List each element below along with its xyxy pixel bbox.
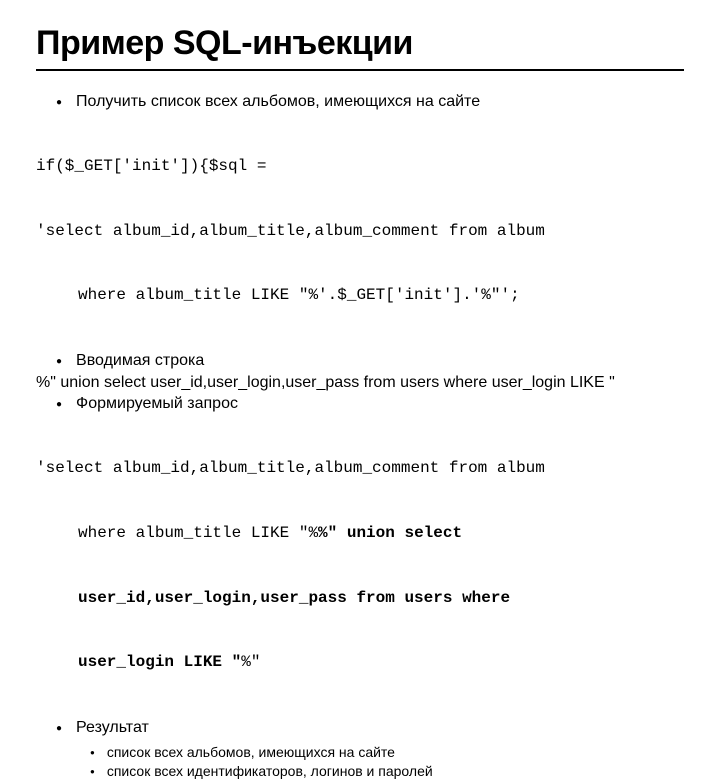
- slide-title: Пример SQL-инъекции: [36, 24, 684, 63]
- code-line: 'select album_id,album_title,album_comme…: [36, 458, 684, 480]
- bullet-item-4: ● Результат: [56, 717, 684, 739]
- title-underline: [36, 69, 684, 71]
- code-line: if($_GET['init']){$sql =: [36, 156, 684, 178]
- code-line: where album_title LIKE "%%" union select: [36, 523, 684, 545]
- bullet-icon: ●: [56, 722, 62, 736]
- bullet-item-3: ● Формируемый запрос: [56, 393, 684, 415]
- code-line: user_login LIKE "%": [36, 652, 684, 674]
- bullet-text: Формируемый запрос: [76, 393, 684, 415]
- injection-string: %" union select user_id,user_login,user_…: [36, 372, 684, 394]
- sub-bullet-item-1: ● список всех альбомов, имеющихся на сай…: [90, 743, 684, 762]
- bullet-icon: ●: [56, 355, 62, 369]
- code-block-1: if($_GET['init']){$sql = 'select album_i…: [36, 113, 684, 351]
- code-block-2: 'select album_id,album_title,album_comme…: [36, 415, 684, 717]
- bullet-text: Вводимая строка: [76, 350, 684, 372]
- bullet-icon: ●: [90, 767, 95, 778]
- code-line: user_id,user_login,user_pass from users …: [36, 588, 684, 610]
- bullet-icon: ●: [90, 748, 95, 759]
- sub-bullet-text: список всех идентификаторов, логинов и п…: [107, 762, 433, 781]
- slide-content: ● Получить список всех альбомов, имеющих…: [36, 91, 684, 781]
- bullet-item-1: ● Получить список всех альбомов, имеющих…: [56, 91, 684, 113]
- sub-bullet-text: список всех альбомов, имеющихся на сайте: [107, 743, 395, 762]
- bullet-icon: ●: [56, 96, 62, 110]
- sub-list: ● список всех альбомов, имеющихся на сай…: [90, 743, 684, 781]
- bullet-icon: ●: [56, 398, 62, 412]
- code-line: where album_title LIKE "%'.$_GET['init']…: [36, 285, 684, 307]
- bullet-item-2: ● Вводимая строка: [56, 350, 684, 372]
- sub-bullet-item-2: ● список всех идентификаторов, логинов и…: [90, 762, 684, 781]
- bullet-text: Результат: [76, 717, 684, 739]
- bullet-text: Получить список всех альбомов, имеющихся…: [76, 91, 684, 113]
- code-line: 'select album_id,album_title,album_comme…: [36, 221, 684, 243]
